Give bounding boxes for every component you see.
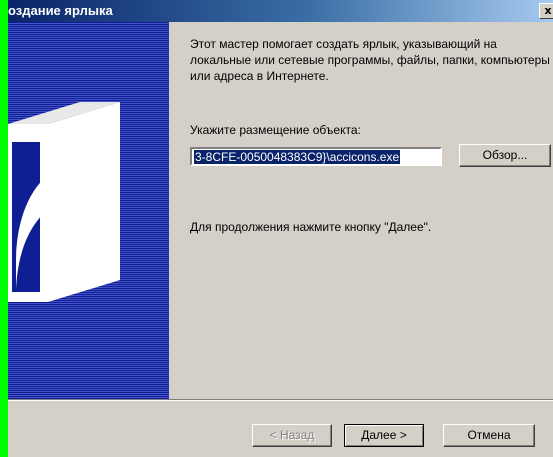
location-input-value: 3-8CFE-0050048383C9}\accicons.exe (194, 150, 401, 164)
location-input[interactable]: 3-8CFE-0050048383C9}\accicons.exe (190, 147, 442, 166)
continue-hint: Для продолжения нажмите кнопку "Далее". (190, 220, 432, 234)
wizard-footer: < Назад Далее > Отмена (8, 399, 553, 457)
next-button[interactable]: Далее > (344, 424, 424, 447)
window-title: оздание ярлыка (8, 3, 113, 18)
shortcut-arrow-icon (8, 102, 120, 302)
cancel-button[interactable]: Отмена (443, 424, 535, 447)
wizard-banner (8, 22, 169, 399)
back-button[interactable]: < Назад (252, 424, 332, 447)
location-label: Укажите размещение объекта: (190, 123, 361, 137)
wizard-content: Этот мастер помогает создать ярлык, указ… (169, 22, 553, 399)
close-icon[interactable]: x (539, 3, 553, 19)
intro-text: Этот мастер помогает создать ярлык, указ… (190, 37, 550, 83)
create-shortcut-dialog: оздание ярлыка x Этот мастер помогает со… (8, 0, 553, 457)
browse-button[interactable]: Обзор... (459, 144, 551, 167)
title-bar[interactable]: оздание ярлыка x (8, 0, 553, 22)
footer-separator (8, 399, 553, 401)
